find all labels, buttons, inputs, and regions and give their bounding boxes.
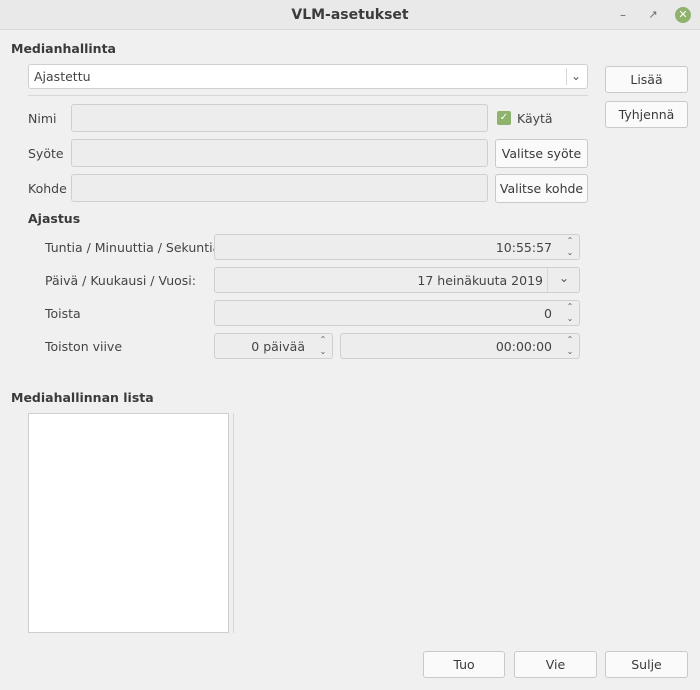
chevron-down-icon: ⌄ (571, 69, 582, 83)
spin-up-icon[interactable]: ⌃ (316, 334, 330, 345)
clear-button[interactable]: Tyhjennä (605, 101, 688, 128)
schedule-heading: Ajastus (28, 211, 81, 226)
name-field[interactable] (71, 104, 488, 132)
media-list-heading: Mediahallinnan lista (11, 390, 154, 405)
enable-label: Käytä (517, 111, 553, 126)
spin-down-icon[interactable]: ⌄ (563, 247, 577, 258)
minimize-icon[interactable]: – (615, 7, 631, 23)
input-label: Syöte (28, 146, 64, 161)
close-icon[interactable]: ✕ (675, 7, 691, 23)
spin-up-icon[interactable]: ⌃ (563, 301, 577, 312)
chevron-down-icon: ⌄ (558, 271, 569, 285)
name-label: Nimi (28, 111, 57, 126)
separator (28, 95, 588, 96)
media-list[interactable] (28, 413, 229, 633)
select-input-button[interactable]: Valitse syöte (495, 139, 588, 168)
repeat-value: 0 (544, 306, 552, 321)
spin-up-icon[interactable]: ⌃ (563, 334, 577, 345)
date-select[interactable]: 17 heinäkuuta 2019 ⌄ (214, 267, 580, 293)
media-type-value: Ajastettu (34, 69, 91, 84)
splitter[interactable] (233, 413, 234, 633)
media-manager-heading: Medianhallinta (11, 41, 116, 56)
repeat-delay-time-value: 00:00:00 (495, 339, 552, 354)
repeat-delay-days-value: 0 päivää (251, 339, 305, 354)
input-field[interactable] (71, 139, 488, 167)
spin-down-icon[interactable]: ⌄ (563, 313, 577, 324)
select-divider (547, 268, 548, 292)
spin-down-icon[interactable]: ⌄ (563, 346, 577, 357)
select-output-button[interactable]: Valitse kohde (495, 174, 588, 203)
output-field[interactable] (71, 174, 488, 202)
date-value: 17 heinäkuuta 2019 (417, 273, 543, 288)
repeat-delay-days-spinbox[interactable]: 0 päivää ⌃ ⌄ (214, 333, 333, 359)
time-spinbox[interactable]: 10:55:57 ⌃ ⌄ (214, 234, 580, 260)
close-button[interactable]: Sulje (605, 651, 688, 678)
time-label: Tuntia / Minuuttia / Sekuntia: (45, 240, 225, 255)
repeat-spinbox[interactable]: 0 ⌃ ⌄ (214, 300, 580, 326)
restore-icon[interactable]: ↗ (645, 7, 661, 23)
repeat-delay-time-spinbox[interactable]: 00:00:00 ⌃ ⌄ (340, 333, 580, 359)
select-divider (566, 68, 567, 85)
spin-up-icon[interactable]: ⌃ (563, 235, 577, 246)
enable-checkbox[interactable]: ✓ (497, 111, 511, 125)
export-button[interactable]: Vie (514, 651, 597, 678)
repeat-delay-label: Toiston viive (45, 339, 123, 354)
media-type-select[interactable]: Ajastettu ⌄ (28, 64, 588, 89)
output-label: Kohde (28, 181, 67, 196)
date-label: Päivä / Kuukausi / Vuosi: (45, 273, 196, 288)
window-title: VLM-asetukset (291, 7, 409, 23)
import-button[interactable]: Tuo (423, 651, 505, 678)
add-button[interactable]: Lisää (605, 66, 688, 93)
repeat-label: Toista (45, 306, 81, 321)
time-value: 10:55:57 (495, 240, 552, 255)
spin-down-icon[interactable]: ⌄ (316, 346, 330, 357)
